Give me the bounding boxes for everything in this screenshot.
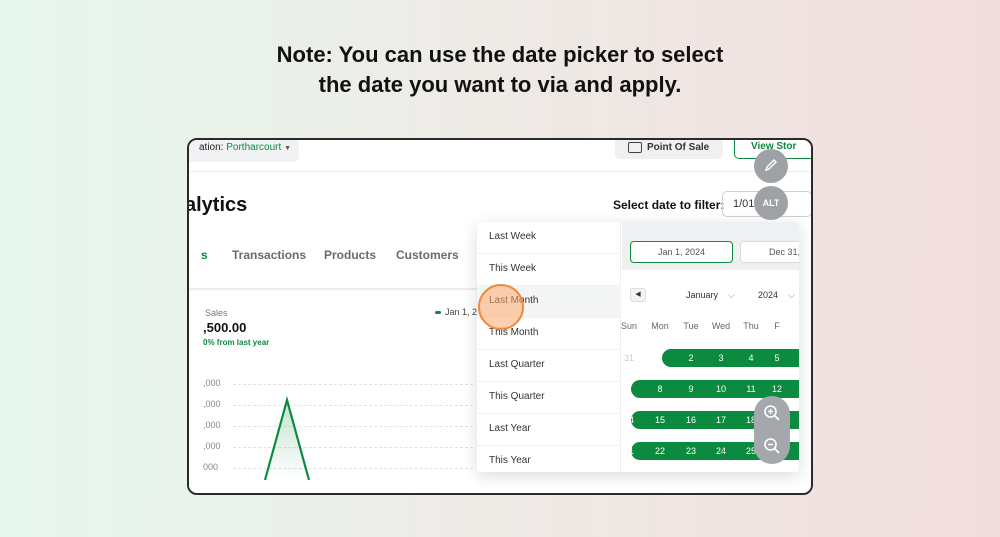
calendar-day[interactable]: 2 bbox=[676, 349, 706, 367]
chevron-down-icon: ⌵ bbox=[788, 290, 795, 300]
instruction-note: Note: You can use the date picker to sel… bbox=[0, 40, 1000, 100]
calendar-day[interactable]: 12 bbox=[762, 380, 792, 398]
sales-line-chart bbox=[263, 395, 311, 480]
weekday-header: Mon bbox=[651, 321, 669, 331]
zoom-in-icon[interactable] bbox=[763, 404, 781, 422]
calendar-day[interactable]: 31 bbox=[614, 349, 644, 367]
y-tick: 000 bbox=[203, 462, 219, 472]
preset-this-week[interactable]: This Week bbox=[477, 254, 621, 286]
grid-line bbox=[233, 384, 473, 385]
preset-this-year[interactable]: This Year bbox=[477, 446, 621, 472]
month-value: January bbox=[686, 290, 719, 300]
preset-last-year[interactable]: Last Year bbox=[477, 414, 621, 446]
calendar-day[interactable]: 7 bbox=[614, 380, 644, 398]
page-title: alytics bbox=[189, 194, 248, 216]
top-bar: ation: Portharcourt ▼ Point Of Sale View… bbox=[189, 140, 811, 172]
sales-area bbox=[265, 400, 309, 480]
calendar-day[interactable]: 24 bbox=[706, 442, 736, 460]
start-date-field[interactable]: Jan 1, 2024 bbox=[630, 241, 733, 263]
weekday-header: F bbox=[774, 321, 780, 331]
location-label: ation: bbox=[199, 142, 224, 153]
calendar-day[interactable]: 1 bbox=[645, 349, 675, 367]
prev-month-button[interactable]: ◀ bbox=[630, 288, 646, 302]
pencil-icon bbox=[764, 159, 777, 172]
calendar-header: Jan 1, 2024 Dec 31, 2 bbox=[622, 222, 799, 270]
sales-card-value: ,500.00 bbox=[203, 320, 247, 335]
y-tick: ,000 bbox=[203, 378, 221, 388]
month-select[interactable]: January ⌵ bbox=[686, 290, 735, 301]
y-tick: ,000 bbox=[203, 399, 221, 409]
date-picker-dropdown: Last Week This Week Last Month This Mont… bbox=[477, 222, 799, 472]
legend-swatch bbox=[435, 311, 441, 315]
weekday-header: Sun bbox=[620, 321, 637, 331]
tab-transactions[interactable]: Transactions bbox=[232, 248, 306, 262]
calendar-day[interactable]: 16 bbox=[676, 411, 706, 429]
zoom-out-icon[interactable] bbox=[763, 437, 781, 455]
tab-sales[interactable]: s bbox=[201, 248, 208, 262]
calendar-day[interactable]: 5 bbox=[762, 349, 792, 367]
date-presets-list: Last Week This Week Last Month This Mont… bbox=[477, 222, 621, 472]
caret-down-icon: ▼ bbox=[284, 145, 291, 152]
calendar-day[interactable]: 10 bbox=[706, 380, 736, 398]
calendar-day[interactable]: 22 bbox=[645, 442, 675, 460]
calendar-day[interactable]: 15 bbox=[645, 411, 675, 429]
chart-legend: Jan 1, 20 bbox=[435, 307, 482, 317]
calendar-day[interactable]: 23 bbox=[676, 442, 706, 460]
calendar-day[interactable]: 9 bbox=[676, 380, 706, 398]
note-line-1: Note: You can use the date picker to sel… bbox=[276, 42, 724, 67]
end-date-field[interactable]: Dec 31, 2 bbox=[740, 241, 799, 263]
calendar-day[interactable]: 14 bbox=[614, 411, 644, 429]
year-value: 2024 bbox=[758, 290, 779, 300]
preset-this-quarter[interactable]: This Quarter bbox=[477, 382, 621, 414]
point-of-sale-button[interactable]: Point Of Sale bbox=[615, 140, 723, 159]
tab-customers[interactable]: Customers bbox=[396, 248, 459, 262]
sales-card-label: Sales bbox=[205, 308, 228, 318]
weekday-header: Wed bbox=[711, 321, 731, 331]
calendar-day[interactable]: 8 bbox=[645, 380, 675, 398]
note-line-2: the date you want to via and apply. bbox=[318, 72, 682, 97]
y-tick: ,000 bbox=[203, 441, 221, 451]
weekday-header: Tue bbox=[683, 321, 699, 331]
location-value: Portharcourt bbox=[226, 142, 282, 153]
calendar-day[interactable]: 17 bbox=[706, 411, 736, 429]
sales-card-delta: 0% from last year bbox=[203, 338, 270, 347]
year-select[interactable]: 2024 ⌵ bbox=[758, 290, 795, 301]
chevron-down-icon: ⌵ bbox=[728, 290, 735, 300]
click-indicator bbox=[478, 284, 524, 330]
preset-last-week[interactable]: Last Week bbox=[477, 222, 621, 254]
calendar-day[interactable]: 21 bbox=[614, 442, 644, 460]
calendar-day[interactable]: 3 bbox=[706, 349, 736, 367]
tab-products[interactable]: Products bbox=[324, 248, 376, 262]
arrow-left-icon: ◀ bbox=[635, 291, 641, 298]
point-of-sale-label: Point Of Sale bbox=[647, 142, 710, 153]
alt-button[interactable]: ALT bbox=[754, 186, 788, 220]
analytics-tabs: s Transactions Products Customers bbox=[189, 248, 479, 290]
location-selector[interactable]: ation: Portharcourt ▼ bbox=[189, 140, 299, 162]
zoom-controls bbox=[754, 396, 790, 464]
preset-last-quarter[interactable]: Last Quarter bbox=[477, 350, 621, 382]
edit-button[interactable] bbox=[754, 149, 788, 183]
date-filter-label: Select date to filter: bbox=[613, 198, 725, 212]
y-tick: ,000 bbox=[203, 420, 221, 430]
register-icon bbox=[628, 142, 642, 153]
